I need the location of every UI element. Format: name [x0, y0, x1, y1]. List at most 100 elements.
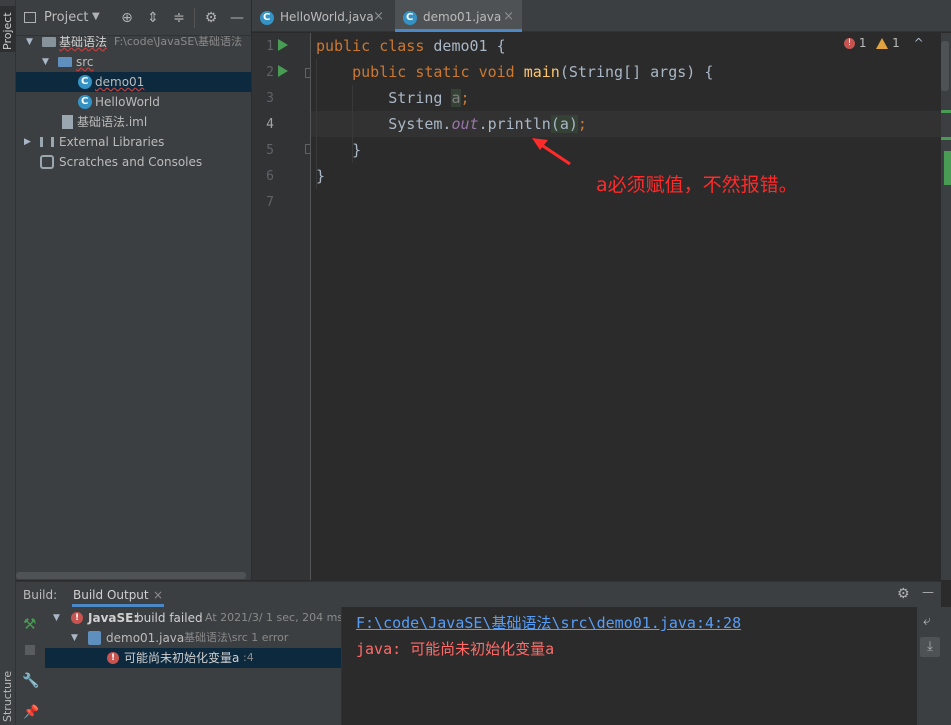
- tree-item-demo01[interactable]: demo01: [16, 72, 251, 92]
- chevron-down-icon[interactable]: ▼: [53, 608, 60, 628]
- collapse-all-icon[interactable]: ≑: [171, 10, 187, 26]
- line-number: 2: [266, 65, 274, 80]
- editor-tab-bar: HelloWorld.java × demo01.java ×: [252, 0, 951, 32]
- chevron-down-icon[interactable]: ▼: [42, 52, 52, 72]
- scroll-marker: [941, 110, 951, 113]
- locate-icon[interactable]: ⊕: [119, 10, 135, 26]
- line-number: 1: [266, 39, 274, 54]
- java-class-icon: [78, 95, 92, 109]
- project-tool-tab[interactable]: Project: [0, 6, 16, 52]
- warning-count: 1: [892, 36, 900, 50]
- code-text: demo01 {: [424, 37, 506, 55]
- module-folder-icon: [42, 37, 56, 47]
- keyword: public: [352, 63, 407, 81]
- code-text: .println: [478, 115, 551, 133]
- tree-item-label: HelloWorld: [95, 95, 160, 109]
- vertical-scrollbar[interactable]: [941, 41, 949, 91]
- close-icon[interactable]: ×: [153, 588, 163, 602]
- keyword: void: [478, 63, 515, 81]
- build-toolbar: ⚒ 🔧 📌: [16, 607, 45, 725]
- tree-item-module[interactable]: ▼ 基础语法 F:\code\JavaSE\基础语法: [16, 32, 251, 52]
- tab-build-output[interactable]: Build Output: [73, 588, 149, 602]
- build-label: Build:: [23, 588, 58, 602]
- tab-helloworld[interactable]: HelloWorld.java ×: [252, 0, 392, 32]
- tree-item-src[interactable]: ▼ src: [16, 52, 251, 72]
- code-line-1: public class demo01 {: [316, 33, 506, 59]
- keyword: static: [415, 63, 470, 81]
- method-name: main: [523, 63, 560, 81]
- build-file-name: demo01.java: [106, 631, 185, 645]
- editor-gutter[interactable]: 1 2 3 4 5 6 7: [252, 33, 334, 580]
- warning-icon: [876, 38, 889, 49]
- wrench-icon[interactable]: 🔧: [22, 673, 39, 689]
- build-tree-file[interactable]: ▼ demo01.java 基础语法\src 1 error: [45, 628, 341, 648]
- keyword: public: [316, 37, 371, 55]
- tree-item-label: External Libraries: [59, 135, 165, 149]
- side-tab-indicator[interactable]: [944, 151, 951, 185]
- chevron-up-icon[interactable]: ^: [914, 36, 924, 50]
- run-class-icon[interactable]: [278, 39, 288, 51]
- error-argument: (a): [550, 115, 578, 133]
- tree-item-external-libraries[interactable]: ▶ External Libraries: [16, 132, 251, 152]
- line-number: 3: [266, 91, 274, 106]
- project-view-icon: [24, 12, 36, 23]
- module-path: F:\code\JavaSE\基础语法: [114, 35, 242, 48]
- keyword: class: [379, 37, 425, 55]
- project-view-selector[interactable]: Project: [44, 10, 88, 25]
- chevron-down-icon[interactable]: ▼: [92, 11, 100, 22]
- right-tool-strip: [941, 33, 951, 580]
- error-count: 1: [858, 36, 867, 50]
- structure-tool-tab-label: Structure: [1, 670, 14, 722]
- code-text: String: [388, 89, 452, 107]
- build-tree-root[interactable]: ▼ ! JavaSE: build failed At 2021/3/ 1 se…: [45, 608, 343, 628]
- code-text: }: [352, 141, 362, 159]
- run-main-icon[interactable]: [278, 65, 288, 77]
- build-tree-error[interactable]: ! 可能尚未初始化变量a :4: [45, 648, 341, 668]
- horizontal-scrollbar[interactable]: [16, 572, 246, 579]
- rebuild-icon[interactable]: ⚒: [23, 615, 36, 633]
- error-icon: !: [71, 612, 83, 624]
- annotation-text: a必须赋值，不然报错。: [596, 174, 798, 196]
- chevron-down-icon[interactable]: ▼: [71, 628, 78, 648]
- project-tool-tab-label: Project: [1, 12, 14, 50]
- line-number: 7: [266, 195, 274, 210]
- code-line-6: }: [316, 163, 325, 189]
- scroll-to-end-icon[interactable]: ⤓: [920, 637, 940, 657]
- tree-item-iml[interactable]: 基础语法.iml: [16, 112, 251, 132]
- build-error-location: :4: [243, 651, 254, 664]
- line-number: 4: [266, 117, 274, 132]
- tab-label: demo01.java: [423, 10, 502, 24]
- minimize-icon[interactable]: —: [229, 10, 245, 26]
- scratches-icon: [40, 155, 54, 169]
- pin-icon[interactable]: 📌: [23, 705, 39, 720]
- tree-item-helloworld[interactable]: HelloWorld: [16, 92, 251, 112]
- error-output-message: java: 可能尚未初始化变量a: [356, 640, 555, 658]
- code-editor[interactable]: public class demo01 { public static void…: [311, 33, 941, 580]
- annotation-arrow-icon: [532, 138, 571, 166]
- gear-icon[interactable]: ⚙: [897, 586, 910, 602]
- close-icon[interactable]: ×: [373, 0, 384, 34]
- tree-item-label: demo01: [95, 75, 145, 89]
- unused-variable: a: [451, 89, 461, 107]
- code-text: (String[] args) {: [559, 63, 714, 81]
- java-class-icon: [260, 11, 274, 25]
- stop-icon[interactable]: [25, 645, 35, 655]
- tree-item-scratches[interactable]: Scratches and Consoles: [16, 152, 251, 172]
- error-icon: !: [107, 652, 119, 664]
- tab-demo01[interactable]: demo01.java ×: [395, 0, 522, 32]
- expand-all-icon[interactable]: ⇕: [145, 10, 161, 26]
- chevron-right-icon[interactable]: ▶: [24, 132, 34, 152]
- build-output-console[interactable]: F:\code\JavaSE\基础语法\src\demo01.java:4:28…: [342, 607, 917, 725]
- soft-wrap-icon[interactable]: ⤶: [923, 613, 931, 629]
- error-file-link[interactable]: F:\code\JavaSE\基础语法\src\demo01.java:4:28: [356, 612, 741, 633]
- header-divider: [194, 8, 195, 28]
- chevron-down-icon[interactable]: ▼: [26, 32, 36, 52]
- minimize-icon[interactable]: —: [922, 585, 934, 599]
- java-class-icon: [78, 75, 92, 89]
- scroll-marker: [941, 137, 951, 140]
- inspection-widget[interactable]: ! 1 1 ^: [844, 36, 924, 50]
- gear-icon[interactable]: ⚙: [203, 10, 219, 26]
- java-file-icon: [88, 631, 101, 645]
- close-icon[interactable]: ×: [503, 0, 514, 34]
- tab-label: HelloWorld.java: [280, 10, 374, 24]
